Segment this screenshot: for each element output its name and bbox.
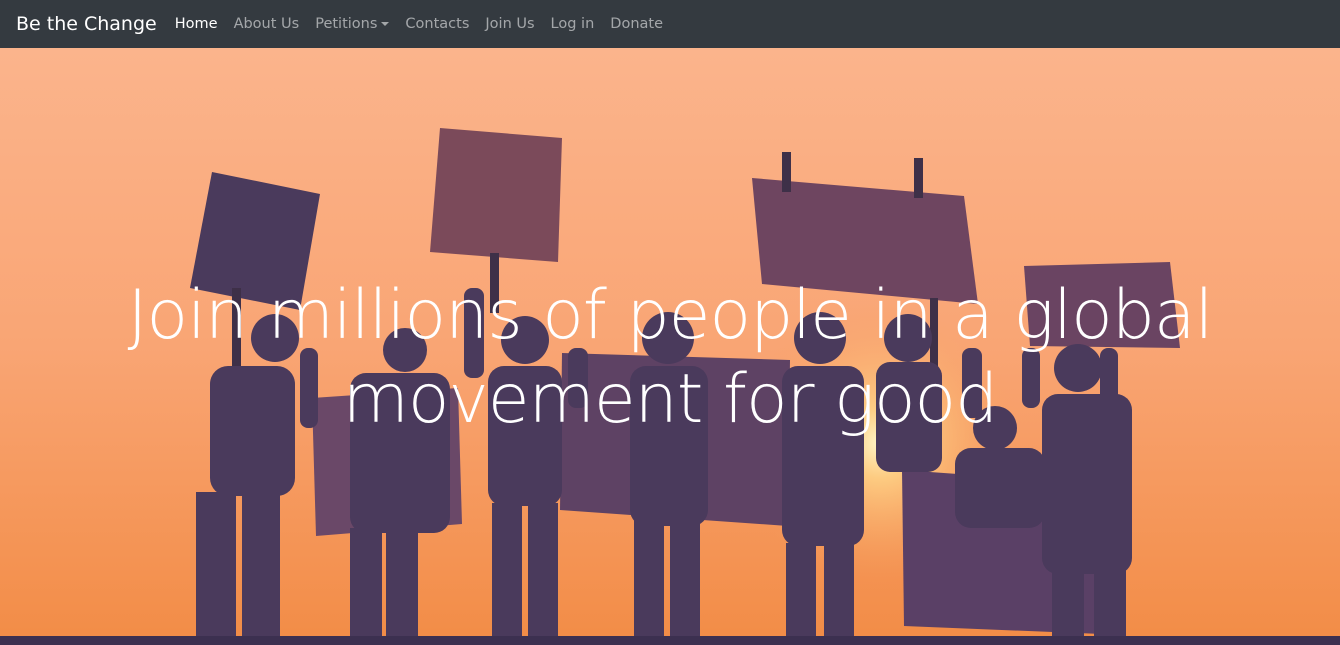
nav-petitions-label: Petitions [315, 16, 378, 32]
nav-contacts-link[interactable]: Contacts [405, 16, 469, 32]
nav-home-link[interactable]: Home [175, 16, 218, 32]
nav-login-link[interactable]: Log in [551, 16, 595, 32]
brand-link[interactable]: Be the Change [16, 13, 157, 35]
nav-about-link[interactable]: About Us [234, 16, 300, 32]
nav-join-link[interactable]: Join Us [485, 16, 534, 32]
caret-down-icon [381, 22, 390, 26]
nav-donate-link[interactable]: Donate [610, 16, 663, 32]
hero-section: Join millions of people in a global move… [0, 48, 1340, 645]
top-navbar: Be the Change Home About Us Petitions Co… [0, 0, 1340, 48]
hero-title: Join millions of people in a global move… [127, 276, 1213, 439]
nav-petitions-dropdown[interactable]: Petitions [315, 16, 390, 32]
nav-links: Home About Us Petitions Contacts Join Us… [175, 16, 679, 32]
